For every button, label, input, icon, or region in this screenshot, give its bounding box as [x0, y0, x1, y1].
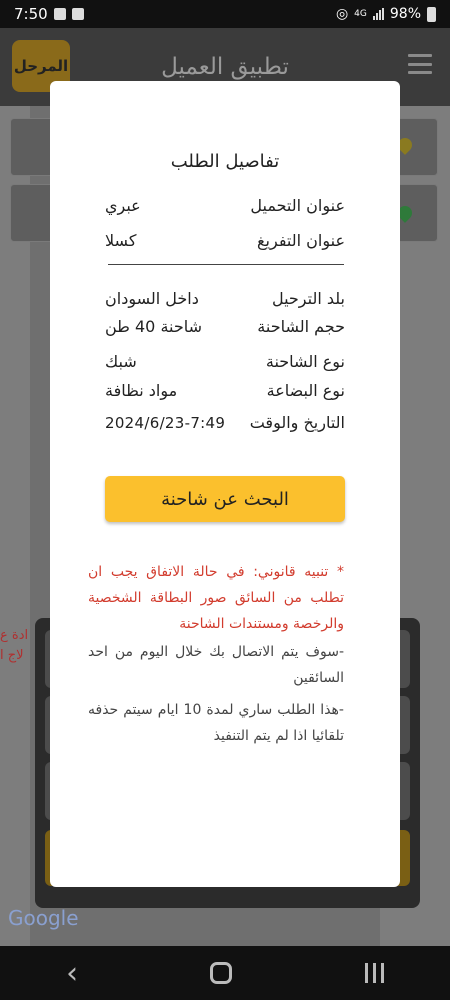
notes-section: * تنبيه قانوني: في حالة الاتفاق يجب ان ت… — [88, 559, 344, 749]
detail-value: مواد نظافة — [105, 381, 178, 400]
home-icon[interactable] — [210, 962, 233, 984]
detail-row-date-time: التاريخ والوقت 2024/6/23-7:49 — [105, 413, 345, 437]
image-notification-icon — [53, 8, 66, 20]
detail-label: بلد الترحيل — [271, 289, 345, 308]
legal-notice: * تنبيه قانوني: في حالة الاتفاق يجب ان ت… — [88, 564, 344, 632]
signal-icon — [372, 8, 384, 20]
network-type: 4G — [354, 9, 367, 19]
battery-percent: 98% — [389, 6, 421, 22]
app-title: تطبيق العميل — [161, 54, 289, 80]
detail-row-truck-type: نوع الشاحنة شبك — [105, 352, 345, 376]
detail-row-cargo-type: نوع البضاعة مواد نظافة — [105, 381, 345, 405]
detail-label: حجم الشاحنة — [257, 317, 345, 336]
detail-label: عنوان التحميل — [250, 196, 345, 215]
search-truck-button[interactable]: البحث عن شاحنة — [105, 476, 345, 522]
detail-value: شاحنة 40 طن — [105, 317, 203, 336]
detail-label: نوع البضاعة — [266, 381, 345, 400]
hotspot-icon: ◎ — [335, 6, 349, 22]
map-label: ادة ع — [0, 628, 29, 643]
navigation-bar: ‹ — [0, 946, 450, 1000]
google-logo: Google — [8, 906, 79, 930]
contact-note: -سوف يتم الاتصال بك خلال اليوم من احد ال… — [88, 644, 344, 686]
detail-label: عنوان التفريغ — [257, 231, 345, 250]
detail-row-unloading-address: عنوان التفريغ كسلا — [105, 231, 345, 255]
status-right: ◎ 4G 98% — [336, 6, 436, 22]
status-time: 7:50 — [14, 5, 48, 23]
detail-label: التاريخ والوقت — [249, 413, 345, 432]
divider — [108, 264, 344, 265]
detail-row-loading-address: عنوان التحميل عبري — [105, 196, 345, 220]
detail-row-truck-size: حجم الشاحنة شاحنة 40 طن — [105, 317, 345, 341]
message-notification-icon — [71, 8, 84, 20]
back-icon[interactable]: ‹ — [66, 956, 78, 991]
map-label: لاج ا — [0, 648, 24, 663]
map-side-text: ادة ع لاج ا — [0, 626, 28, 666]
status-bar: 7:50 ◎ 4G 98% — [0, 0, 450, 28]
detail-value: عبري — [105, 196, 141, 215]
recent-apps-icon[interactable] — [364, 963, 384, 983]
detail-label: نوع الشاحنة — [265, 352, 345, 371]
validity-note: -هذا الطلب ساري لمدة 10 ايام سيتم حذفه ت… — [88, 702, 344, 744]
detail-value: 2024/6/23-7:49 — [105, 414, 226, 432]
battery-icon — [427, 6, 436, 22]
dialog-title: تفاصيل الطلب — [170, 151, 280, 172]
status-left: 7:50 — [14, 5, 84, 23]
detail-value: كسلا — [105, 231, 137, 250]
detail-value: داخل السودان — [105, 289, 199, 308]
order-details-dialog: تفاصيل الطلب عنوان التحميل عبري عنوان ال… — [50, 81, 400, 887]
detail-value: شبك — [105, 352, 137, 371]
detail-row-shipping-country: بلد الترحيل داخل السودان — [105, 289, 345, 313]
hamburger-menu-icon[interactable] — [408, 54, 432, 74]
